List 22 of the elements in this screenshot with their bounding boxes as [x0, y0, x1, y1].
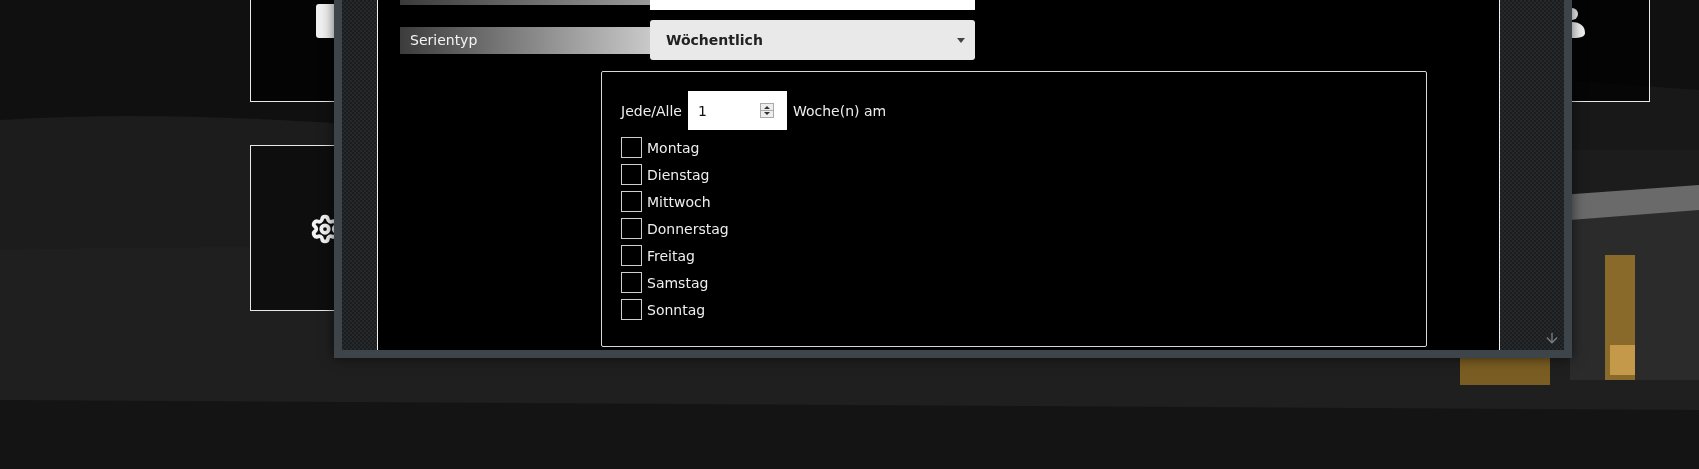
caret-icon [957, 37, 965, 43]
day-label: Donnerstag [647, 220, 729, 237]
day-checkbox[interactable] [621, 299, 642, 320]
interval-field[interactable]: 1 [687, 91, 787, 130]
day-checkbox[interactable] [621, 164, 642, 185]
day-checkbox[interactable] [621, 137, 642, 158]
day-label: Mittwoch [647, 193, 711, 210]
user-icon [1572, 8, 1586, 38]
interval-suffix: Woche(n) am [792, 102, 887, 119]
day-label: Montag [647, 139, 700, 156]
series-type-select[interactable]: Wöchentlich [650, 20, 975, 60]
day-label: Dienstag [647, 166, 710, 183]
day-label: Samstag [647, 274, 709, 291]
day-label: Freitag [647, 247, 695, 264]
day-checkbox[interactable] [621, 245, 642, 266]
spinner-icon[interactable] [759, 103, 774, 118]
field-label: Serientyp [400, 26, 650, 54]
day-label: Sonntag [647, 301, 706, 318]
day-checkbox[interactable] [621, 272, 642, 293]
day-checkbox[interactable] [621, 191, 642, 212]
interval-prefix: Jede/Alle [621, 102, 682, 119]
day-checkbox[interactable] [621, 218, 642, 239]
